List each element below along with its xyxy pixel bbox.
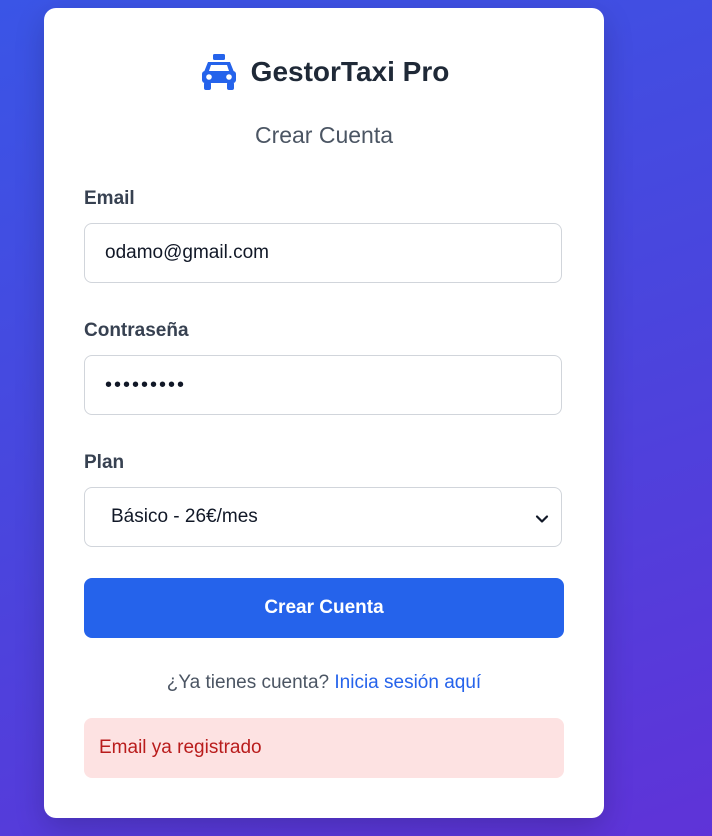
login-prompt-line: ¿Ya tienes cuenta? Inicia sesión aquí [44,672,604,694]
email-value: odamo@gmail.com [105,242,269,263]
error-alert: Email ya registrado [84,718,564,778]
login-link[interactable]: Inicia sesión aquí [334,672,481,693]
password-field[interactable]: ••••••••• [84,355,562,415]
error-message: Email ya registrado [99,737,262,758]
plan-select[interactable]: Básico - 26€/mes [84,487,562,547]
email-field[interactable]: odamo@gmail.com [84,223,562,283]
login-prompt-text: ¿Ya tienes cuenta? [166,672,330,693]
password-value: ••••••••• [105,373,187,396]
taxi-icon [199,52,239,92]
plan-label: Plan [84,452,125,473]
form-heading: Crear Cuenta [254,122,394,148]
chevron-down-icon [535,510,549,524]
register-card: GestorTaxi Pro Crear Cuenta Email odamo@… [44,8,604,818]
plan-selected-value: Básico - 26€/mes [111,506,258,527]
create-account-button[interactable]: Crear Cuenta [84,578,564,638]
brand-header: GestorTaxi Pro [44,52,604,92]
brand-title: GestorTaxi Pro [250,56,450,87]
password-label: Contraseña [84,320,189,341]
email-label: Email [84,188,135,209]
